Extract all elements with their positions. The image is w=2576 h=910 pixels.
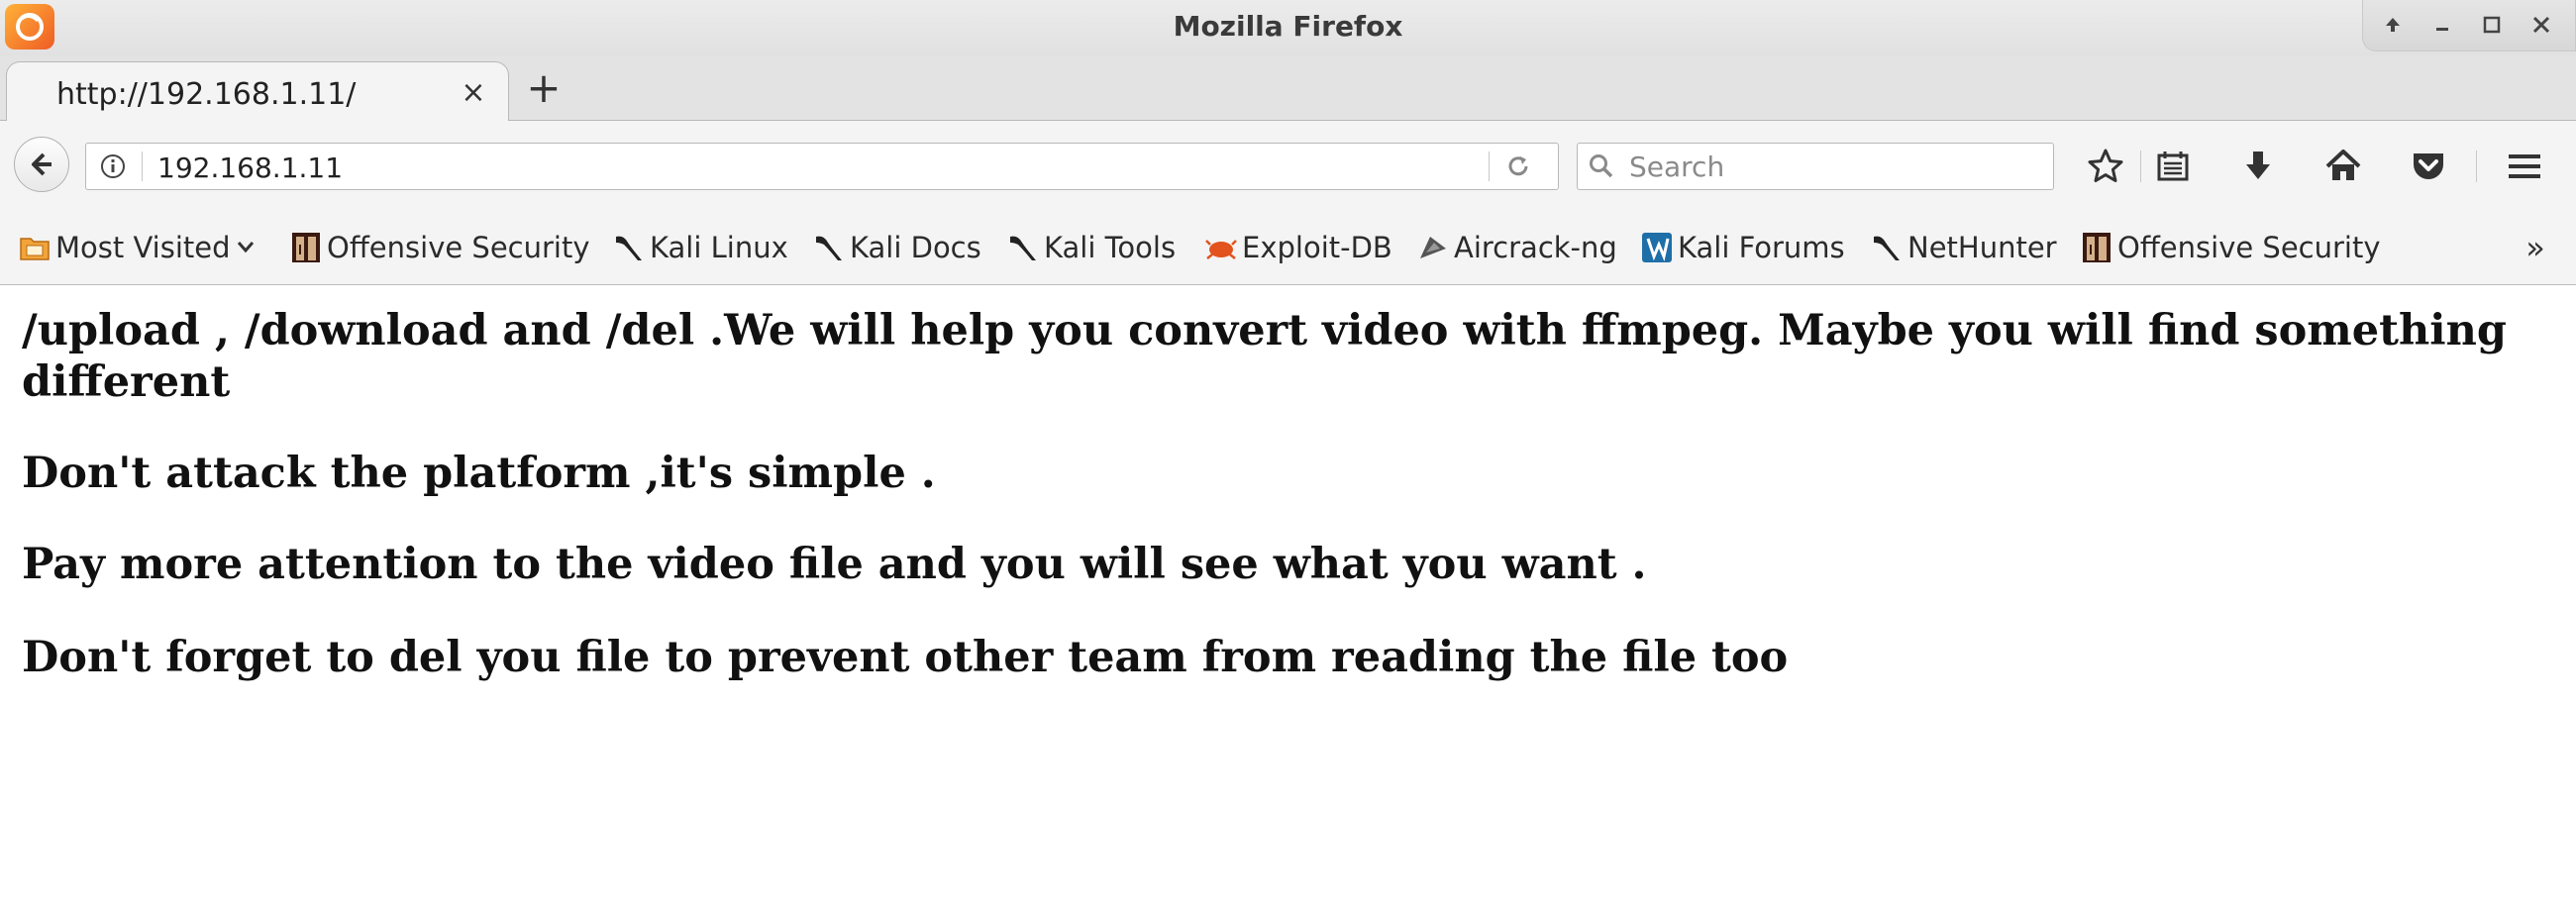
page-heading-hint: Pay more attention to the video file and… <box>22 540 1647 589</box>
bookmark-kali-linux[interactable]: Kali Linux <box>612 228 788 267</box>
window-title: Mozilla Firefox <box>1173 10 1403 43</box>
window-controls <box>2362 0 2576 51</box>
toolbar-divider <box>2476 151 2477 182</box>
back-arrow-icon <box>32 152 52 176</box>
bookmark-offensive-security[interactable]: Offensive Security <box>289 228 590 267</box>
keep-above-icon[interactable] <box>2375 8 2411 42</box>
kali-dragon-icon <box>812 231 846 264</box>
tab-strip: http://192.168.1.11/ × + <box>0 55 2576 122</box>
search-bar[interactable] <box>1577 143 2054 190</box>
bookmark-kali-forums[interactable]: Kali Forums <box>1640 228 1845 267</box>
page-heading-intro: /upload , /download and /del .We will he… <box>22 306 2507 407</box>
tab-active[interactable]: http://192.168.1.11/ × <box>6 61 509 122</box>
home-icon[interactable] <box>2321 145 2365 188</box>
pocket-icon[interactable] <box>2407 145 2450 188</box>
minimize-icon[interactable] <box>2424 8 2460 42</box>
folder-icon <box>18 231 52 264</box>
offsec-icon <box>2080 231 2113 264</box>
downloads-icon[interactable] <box>2236 145 2280 188</box>
page-heading-reminder: Don't forget to del you file to prevent … <box>22 633 1789 682</box>
hamburger-menu-icon[interactable] <box>2503 145 2546 188</box>
close-window-icon[interactable] <box>2524 8 2559 42</box>
bookmarks-overflow-button[interactable]: » <box>2516 228 2555 267</box>
chevron-down-icon <box>235 231 257 264</box>
aircrack-icon <box>1416 231 1450 264</box>
bookmark-label: Kali Linux <box>650 231 788 264</box>
bookmark-label: Kali Tools <box>1044 231 1177 264</box>
url-divider <box>142 152 143 181</box>
bookmark-kali-tools[interactable]: Kali Tools <box>1006 228 1176 267</box>
kali-dragon-icon <box>612 231 646 264</box>
bookmark-kali-docs[interactable]: Kali Docs <box>812 228 981 267</box>
bookmark-nethunter[interactable]: NetHunter <box>1870 228 2057 267</box>
bookmark-label: Exploit-DB <box>1242 231 1392 264</box>
url-bar[interactable]: 192.168.1.11 <box>85 143 1559 190</box>
bookmark-label: Kali Forums <box>1678 231 1845 264</box>
reload-icon[interactable] <box>1500 150 1536 183</box>
kali-dragon-icon <box>1870 231 1904 264</box>
navigation-toolbar: 192.168.1.11 <box>0 121 2576 210</box>
url-text[interactable]: 192.168.1.11 <box>157 152 343 184</box>
bookmark-most-visited[interactable]: Most Visited <box>18 228 257 267</box>
search-input[interactable] <box>1629 150 2035 183</box>
bookmark-offensive-security-2[interactable]: Offensive Security <box>2080 228 2381 267</box>
reading-list-icon[interactable] <box>2151 145 2195 188</box>
kali-dragon-icon <box>1006 231 1040 264</box>
toolbar-divider <box>2140 151 2141 182</box>
kali-forums-icon <box>1640 231 1674 264</box>
title-bar: Mozilla Firefox <box>0 0 2576 55</box>
exploitdb-icon <box>1204 231 1238 264</box>
bookmark-exploit-db[interactable]: Exploit-DB <box>1204 228 1392 267</box>
maximize-icon[interactable] <box>2474 8 2510 42</box>
bookmark-label: Offensive Security <box>2117 231 2381 264</box>
new-tab-button[interactable]: + <box>522 63 566 112</box>
bookmarks-toolbar: Most Visited Offensive Security Kali Lin… <box>0 210 2576 285</box>
bookmark-star-icon[interactable] <box>2084 145 2127 188</box>
bookmark-label: Most Visited <box>55 231 231 264</box>
tab-close-icon[interactable]: × <box>457 75 490 110</box>
tab-title: http://192.168.1.11/ <box>56 77 357 112</box>
back-button[interactable] <box>14 137 69 192</box>
page-heading-warning: Don't attack the platform ,it's simple . <box>22 449 936 498</box>
url-divider <box>1489 152 1490 181</box>
site-info-icon[interactable] <box>98 152 128 181</box>
bookmark-aircrack-ng[interactable]: Aircrack-ng <box>1416 228 1617 267</box>
offsec-icon <box>289 231 323 264</box>
bookmark-label: NetHunter <box>1907 231 2057 264</box>
browser-window: Mozilla Firefox http://192.168.1.11/ × + <box>0 0 2576 910</box>
bookmark-label: Offensive Security <box>327 231 590 264</box>
search-icon <box>1590 154 1613 178</box>
page-content: /upload , /download and /del .We will he… <box>0 285 2576 910</box>
bookmark-label: Kali Docs <box>850 231 981 264</box>
bookmark-label: Aircrack-ng <box>1454 231 1617 264</box>
